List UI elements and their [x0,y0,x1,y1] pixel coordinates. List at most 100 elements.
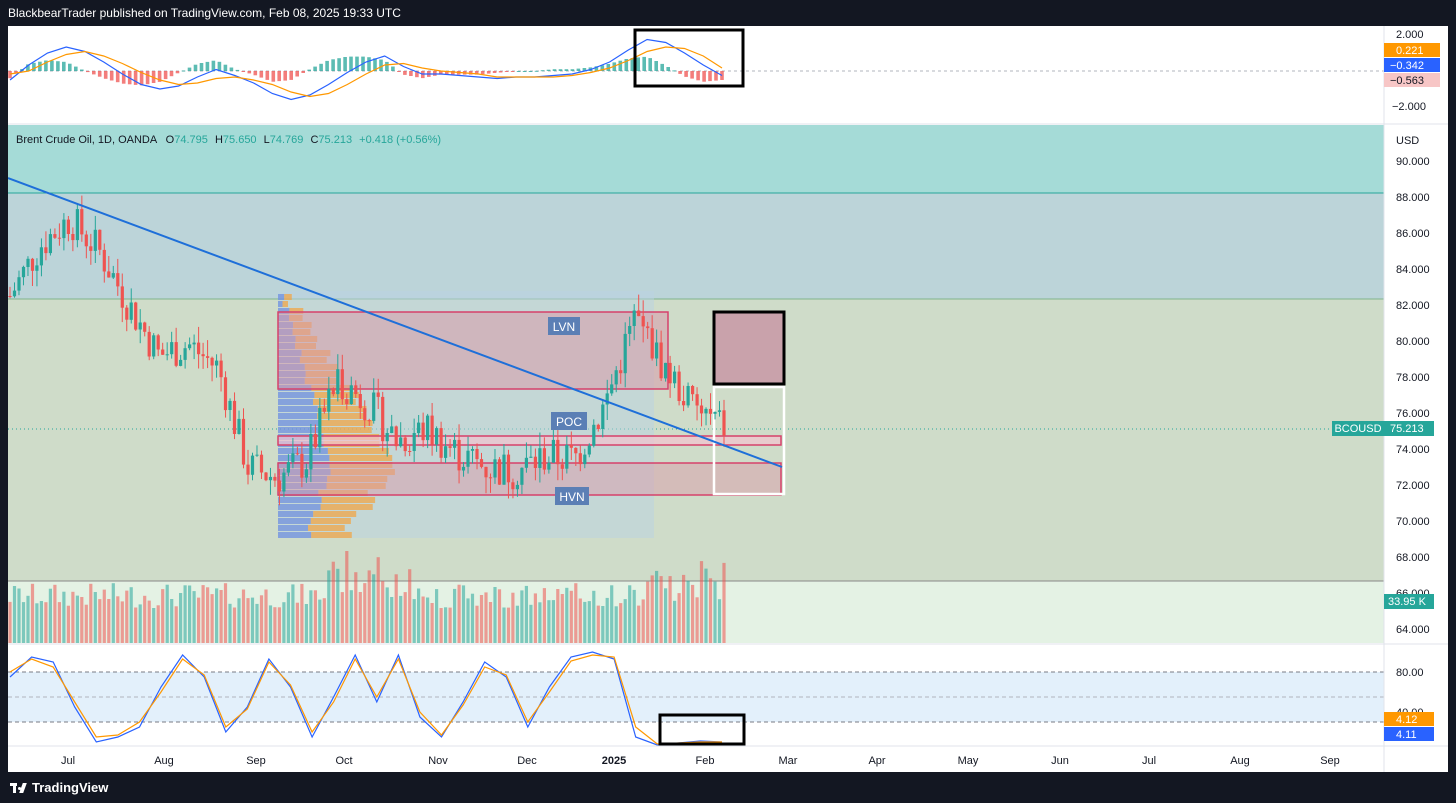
candle-body [71,234,75,241]
volume-bar [188,585,192,643]
time-label-4: Nov [428,755,448,767]
volume-bar [538,602,542,643]
volume-bar [282,602,286,643]
candle-body [313,434,317,448]
volume-bar [223,583,228,643]
macd-hist-bar [145,71,150,85]
volume-bar [57,602,61,643]
volume-bar [412,599,416,643]
vp-bar-down [327,448,389,454]
vp-bar-up [278,455,330,461]
volume-bar [246,598,250,643]
volume-bar [53,584,57,643]
macd-hist-bar [319,63,323,71]
vp-bar-up [278,406,318,412]
candle-body [569,445,573,448]
candle-body [381,396,385,442]
volume-bar [62,591,66,643]
vp-bar-down [321,497,376,503]
volume-bar [664,588,668,643]
vp-bar-up [278,497,322,503]
volume-bar [66,605,70,643]
volume-bar [506,607,511,643]
candle-body [511,482,515,490]
volume-bar [273,607,277,643]
macd-hist-bar [678,71,682,74]
volume-bar [610,585,614,643]
volume-bar [367,570,371,643]
volume-bar [632,589,636,643]
volume-bar [484,592,488,643]
lvn-label: LVN [548,317,580,335]
tradingview-logo[interactable]: TradingView [10,772,108,803]
time-label-1: Aug [154,755,174,767]
macd-hist-bar [247,71,252,74]
time-label-13: Aug [1230,755,1250,767]
volume-bar [466,598,470,643]
vp-bar-up [278,413,318,419]
macd-hist-bar [570,69,575,71]
volume-bar [215,588,219,643]
candle-body [367,420,371,422]
candle-body [529,456,533,458]
candle-body [322,407,326,412]
volume-bar [686,580,690,643]
candle-body [304,469,308,478]
time-label-0: Jul [61,755,75,767]
volume-bar [363,583,367,643]
svg-text:75.213: 75.213 [1390,423,1424,435]
candle-body [291,453,295,463]
candle-body [282,472,286,492]
macd-hist-bar [492,71,497,73]
candle-body [426,415,430,441]
macd-hist-bar [702,71,706,82]
macd-hist-bar [223,64,228,71]
vp-bar-up [278,294,285,300]
volume-bar [143,595,147,643]
macd-hist-bar [92,71,96,75]
macd-hist-bar [133,71,138,85]
candle-body [57,237,61,239]
volume-bar [551,600,555,643]
price-tick-9: 82.000 [1396,300,1430,312]
hvn-zone [277,462,782,496]
volume-bar [529,604,533,643]
macd-hist-bar [307,69,311,71]
price-tick-13: 90.000 [1396,156,1430,168]
candle-body [30,258,35,271]
candle-body [219,360,223,378]
candle-body [102,249,106,272]
candle-body [421,422,425,441]
volume-bar [232,607,237,643]
time-axis[interactable]: Jul Aug Sep Oct Nov Dec 2025 Feb Mar Apr May Jun Jul… [61,755,1340,767]
candle-body [327,388,331,412]
volume-bar [174,606,178,643]
stoch-axis-top: 80.00 [1396,667,1424,679]
price-axis-ticks: 64.00066.00068.00070.00072.00074.00076.0… [1396,156,1430,636]
publish-header: BlackbearTrader published on TradingView… [0,0,1456,26]
volume-bar [277,607,281,643]
macd-hist-bar [498,71,503,73]
candle-body [35,265,39,271]
macd-hist-bar [504,71,509,72]
candle-body [277,480,281,492]
macd-hist-bar [80,69,84,71]
vp-bar-down [329,455,393,461]
chart-canvas[interactable]: LVN POC HVN Brent Crude Oil, 1D, OANDA O… [7,26,1448,772]
macd-axis: 2.000 0.221 −0.342 −0.563 −2.000 [1384,29,1440,113]
candle-body [385,433,389,442]
price-tick-7: 78.000 [1396,372,1430,384]
candle-body [237,418,241,434]
candle-body [147,331,151,357]
candle-body [250,455,255,475]
volume-bar [655,570,659,643]
macd-hist-bar [486,71,491,74]
volume-bar [102,589,106,643]
candle-body [493,459,497,478]
vp-bar-up [278,420,321,426]
macd-hist-bar [56,61,60,71]
volume-bar [358,592,362,643]
volume-bar [264,589,268,643]
candle-body [44,247,48,254]
macd-hist-bar [349,56,353,71]
